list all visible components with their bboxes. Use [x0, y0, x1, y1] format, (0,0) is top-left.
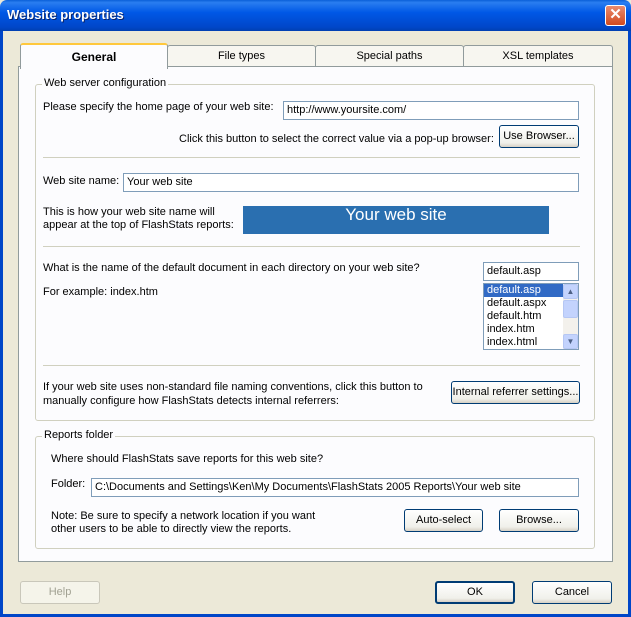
home-page-input[interactable]: http://www.yoursite.com/: [283, 101, 579, 120]
list-item[interactable]: default.aspx: [484, 297, 564, 310]
preview-label-line1: This is how your web site name will: [43, 206, 215, 218]
list-item[interactable]: index.html: [484, 336, 564, 349]
cancel-button[interactable]: Cancel: [532, 581, 612, 604]
example-label: For example: index.htm: [43, 286, 158, 298]
separator: [43, 365, 580, 366]
scroll-up-icon[interactable]: ▲: [563, 284, 578, 299]
scroll-down-icon[interactable]: ▼: [563, 334, 578, 349]
ok-button[interactable]: OK: [435, 581, 515, 604]
default-document-list[interactable]: default.asp default.aspx default.htm ind…: [483, 283, 579, 350]
auto-select-button[interactable]: Auto-select: [404, 509, 483, 532]
list-item[interactable]: index.htm: [484, 323, 564, 336]
home-page-label: Please specify the home page of your web…: [43, 101, 274, 113]
folder-label: Folder:: [51, 478, 86, 490]
default-document-input[interactable]: default.asp: [483, 262, 579, 281]
scroll-thumb[interactable]: [563, 300, 578, 318]
browser-hint: Click this button to select the correct …: [179, 133, 494, 145]
list-item[interactable]: default.asp: [484, 284, 564, 297]
browse-button[interactable]: Browse...: [499, 509, 579, 532]
folder-input[interactable]: C:\Documents and Settings\Ken\My Documen…: [91, 478, 579, 497]
list-scrollbar[interactable]: ▲ ▼: [563, 284, 578, 349]
list-item[interactable]: default.htm: [484, 310, 564, 323]
default-document-label: What is the name of the default document…: [43, 262, 420, 274]
separator: [43, 246, 580, 247]
site-name-label: Web site name:: [43, 175, 120, 187]
note-line2: other users to be able to directly view …: [51, 523, 292, 535]
site-name-banner: Your web site: [243, 206, 549, 234]
separator: [43, 157, 580, 158]
reports-question: Where should FlashStats save reports for…: [51, 453, 324, 465]
note-line1: Note: Be sure to specify a network locat…: [51, 510, 316, 522]
help-button[interactable]: Help: [20, 581, 100, 604]
reports-folder-group-label: Reports folder: [42, 429, 116, 441]
site-name-input[interactable]: Your web site: [123, 173, 579, 192]
web-server-group-label: Web server configuration: [42, 77, 169, 89]
use-browser-button[interactable]: Use Browser...: [499, 125, 579, 148]
referrer-text-line2: manually configure how FlashStats detect…: [43, 395, 339, 407]
preview-label-line2: appear at the top of FlashStats reports:: [43, 219, 234, 231]
internal-referrer-settings-button[interactable]: Internal referrer settings...: [451, 381, 580, 404]
referrer-text-line1: If your web site uses non-standard file …: [43, 381, 423, 393]
